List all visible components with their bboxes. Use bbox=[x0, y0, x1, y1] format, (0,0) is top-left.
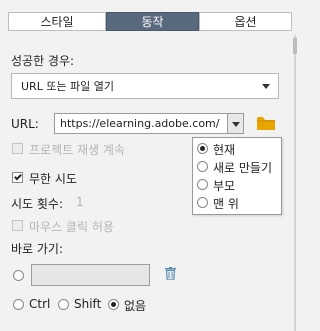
actions-panel: 스타일 동작 옵션 성공한 경우: URL 또는 파일 열기 URL: http… bbox=[0, 0, 299, 331]
shortcut-key-input[interactable] bbox=[31, 264, 150, 286]
tab-style[interactable]: 스타일 bbox=[8, 12, 106, 31]
modifier-shift-label: Shift bbox=[74, 297, 102, 311]
radio-icon bbox=[197, 197, 208, 208]
shortcut-enable-radio[interactable] bbox=[13, 270, 24, 281]
menu-item-parent[interactable]: 부모 bbox=[193, 176, 281, 194]
tab-options[interactable]: 옵션 bbox=[199, 12, 292, 31]
on-success-label: 성공한 경우: bbox=[11, 54, 75, 68]
continue-playing-checkbox[interactable] bbox=[12, 143, 23, 154]
menu-item-label: 맨 위 bbox=[213, 197, 239, 211]
modifier-none-radio[interactable] bbox=[108, 299, 119, 310]
scrollbar-track[interactable] bbox=[294, 35, 296, 331]
allow-mouse-click-label: 마우스 클릭 허용 bbox=[29, 220, 114, 234]
folder-icon[interactable] bbox=[257, 116, 275, 130]
selected-radio-icon bbox=[197, 143, 208, 154]
modifier-ctrl-label: Ctrl bbox=[29, 297, 51, 311]
trash-icon[interactable] bbox=[165, 267, 176, 280]
modifier-shift-radio[interactable] bbox=[58, 299, 69, 310]
menu-item-top[interactable]: 맨 위 bbox=[193, 194, 281, 212]
on-success-select[interactable]: URL 또는 파일 열기 bbox=[11, 73, 279, 99]
url-input[interactable]: https://elearning.adobe.com/ bbox=[54, 113, 228, 134]
radio-icon bbox=[197, 161, 208, 172]
infinite-attempts-checkbox[interactable] bbox=[12, 172, 23, 183]
attempts-label: 시도 횟수: bbox=[11, 197, 64, 211]
modifier-none-label: 없음 bbox=[124, 299, 147, 313]
tab-actions[interactable]: 동작 bbox=[106, 12, 199, 31]
chevron-down-icon bbox=[232, 122, 240, 127]
scrollbar-thumb[interactable] bbox=[293, 38, 297, 54]
shortcut-label: 바로 가기: bbox=[11, 242, 64, 256]
chevron-down-icon bbox=[262, 84, 270, 89]
menu-item-label: 새로 만들기 bbox=[213, 161, 273, 175]
infinite-attempts-label: 무한 시도 bbox=[29, 172, 77, 186]
tab-bar: 스타일 동작 옵션 bbox=[0, 0, 299, 36]
url-target-dropdown-button[interactable] bbox=[228, 113, 244, 134]
modifier-ctrl-radio[interactable] bbox=[13, 299, 24, 310]
menu-item-label: 부모 bbox=[213, 179, 236, 193]
menu-item-label: 현재 bbox=[213, 143, 236, 157]
url-target-menu: 현재 새로 만들기 부모 맨 위 bbox=[192, 137, 282, 215]
allow-mouse-click-checkbox[interactable] bbox=[12, 220, 23, 231]
menu-item-current[interactable]: 현재 bbox=[193, 140, 281, 158]
menu-item-new[interactable]: 새로 만들기 bbox=[193, 158, 281, 176]
url-label: URL: bbox=[11, 117, 39, 131]
attempts-value[interactable]: 1 bbox=[76, 195, 84, 209]
checkmark-icon bbox=[14, 172, 22, 181]
on-success-value: URL 또는 파일 열기 bbox=[21, 80, 115, 93]
url-value: https://elearning.adobe.com/ bbox=[60, 117, 220, 130]
radio-icon bbox=[197, 179, 208, 190]
continue-playing-label: 프로젝트 재생 계속 bbox=[29, 143, 125, 157]
